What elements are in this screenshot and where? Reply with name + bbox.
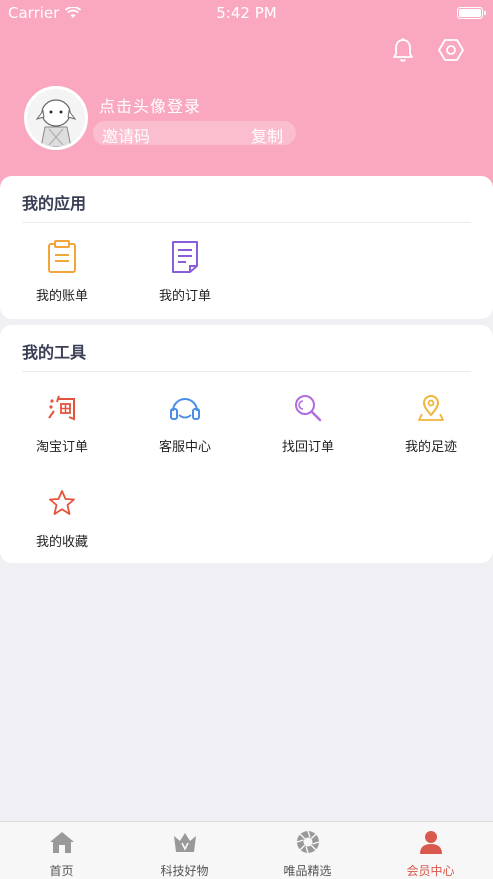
my-order-item[interactable]: 我的订单 bbox=[125, 240, 245, 304]
settings-gear-icon[interactable] bbox=[437, 36, 465, 64]
customer-service-label: 客服中心 bbox=[158, 440, 211, 455]
tab-home[interactable]: 首页 bbox=[0, 828, 123, 879]
home-icon bbox=[48, 828, 76, 856]
tab-home-label: 首页 bbox=[49, 864, 74, 878]
my-apps-title: 我的应用 bbox=[22, 194, 87, 213]
battery-icon bbox=[457, 7, 486, 19]
bill-icon bbox=[45, 240, 79, 274]
tab-tech-goods[interactable]: 科技好物 bbox=[123, 828, 246, 879]
divider bbox=[22, 222, 471, 223]
retrieve-order-item[interactable]: 找回订单 bbox=[248, 391, 368, 455]
status-time: 5:42 PM bbox=[216, 4, 277, 22]
my-favorites-label: 我的收藏 bbox=[35, 535, 88, 550]
status-bar: Carrier 5:42 PM bbox=[0, 0, 493, 26]
bottom-tab-bar: 首页 科技好物 唯品精选 会员中心 bbox=[0, 821, 493, 879]
my-footprint-label: 我的足迹 bbox=[404, 440, 457, 455]
taobao-order-label: 淘宝订单 bbox=[35, 440, 88, 455]
order-icon bbox=[168, 240, 202, 274]
crown-icon bbox=[171, 828, 199, 856]
my-footprint-item[interactable]: 我的足迹 bbox=[371, 391, 491, 455]
tab-member-center-label: 会员中心 bbox=[406, 864, 455, 878]
location-icon bbox=[414, 391, 448, 425]
retrieve-order-label: 找回订单 bbox=[281, 440, 334, 455]
tab-selection[interactable]: 唯品精选 bbox=[246, 828, 369, 879]
tab-member-center[interactable]: 会员中心 bbox=[369, 828, 492, 879]
taobao-order-item[interactable]: 淘宝订单 bbox=[2, 391, 122, 455]
headset-icon bbox=[168, 391, 202, 425]
my-apps-card: 我的应用 我的账单 我的订单 bbox=[0, 176, 493, 319]
my-tools-card: 我的工具 淘宝订单 客服中心 找回订单 我的足迹 我的收藏 bbox=[0, 325, 493, 563]
avatar[interactable] bbox=[24, 86, 88, 150]
taobao-icon bbox=[45, 391, 79, 425]
login-prompt[interactable]: 点击头像登录 bbox=[99, 93, 201, 117]
copy-button[interactable]: 复制 bbox=[251, 123, 283, 147]
tab-selection-label: 唯品精选 bbox=[283, 864, 332, 878]
tab-tech-goods-label: 科技好物 bbox=[160, 864, 209, 878]
aperture-icon bbox=[294, 828, 322, 856]
my-bill-label: 我的账单 bbox=[35, 289, 88, 304]
notification-bell-icon[interactable] bbox=[389, 36, 417, 64]
divider bbox=[22, 371, 471, 372]
my-favorites-item[interactable]: 我的收藏 bbox=[2, 486, 122, 550]
user-icon bbox=[417, 828, 445, 856]
invite-code-bar: 邀请码 复制 bbox=[93, 121, 296, 147]
customer-service-item[interactable]: 客服中心 bbox=[125, 391, 245, 455]
star-icon bbox=[45, 486, 79, 520]
search-icon bbox=[291, 391, 325, 425]
my-order-label: 我的订单 bbox=[158, 289, 211, 304]
my-bill-item[interactable]: 我的账单 bbox=[2, 240, 122, 304]
invite-code-label: 邀请码 bbox=[102, 127, 151, 146]
my-tools-title: 我的工具 bbox=[22, 343, 87, 362]
